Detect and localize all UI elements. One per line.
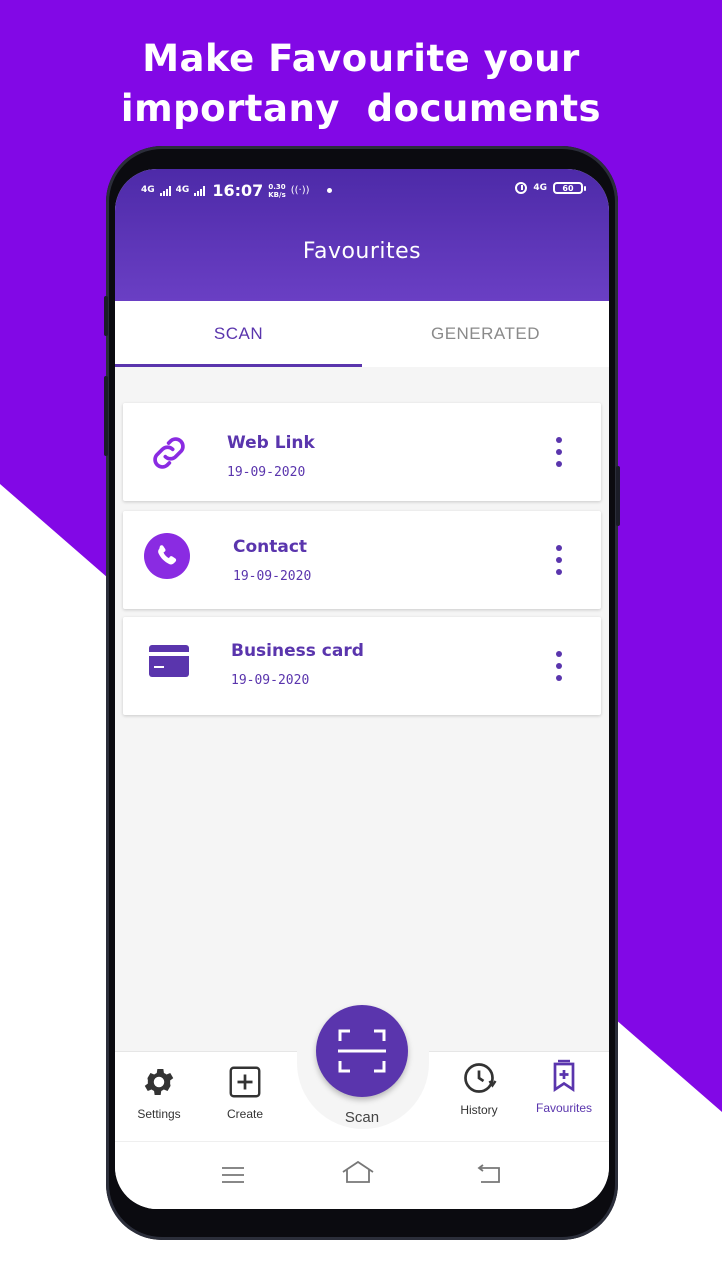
scan-label: Scan xyxy=(344,1109,380,1126)
item-date: 19-09-2020 xyxy=(227,465,306,480)
headline-line-2: importany documents xyxy=(120,87,602,130)
add-box-icon xyxy=(229,1066,261,1098)
nav-settings-label: Settings xyxy=(137,1107,181,1121)
back-icon[interactable] xyxy=(475,1164,501,1184)
app-bar: 4G 4G 16:07 0.30 KB/s ((·)) 4G 60 Favour… xyxy=(115,169,609,301)
scan-button[interactable] xyxy=(316,1005,408,1097)
notification-dot-icon xyxy=(326,188,332,193)
tab-indicator xyxy=(115,364,362,367)
history-icon xyxy=(464,1063,497,1093)
promo-headline: Make Favourite your importany documents xyxy=(0,34,722,134)
nav-create[interactable]: Create xyxy=(217,1064,273,1121)
phone-frame: 4G 4G 16:07 0.30 KB/s ((·)) 4G 60 Favour… xyxy=(104,146,620,1240)
list-item-business-card[interactable]: Business card 19-09-2020 xyxy=(123,617,601,715)
battery-level: 60 xyxy=(562,183,574,193)
phone-screen: 4G 4G 16:07 0.30 KB/s ((·)) 4G 60 Favour… xyxy=(115,169,609,1209)
network-type-3: 4G xyxy=(533,182,547,193)
status-time: 16:07 xyxy=(212,181,264,200)
item-date: 19-09-2020 xyxy=(231,673,310,688)
card-icon xyxy=(149,645,189,677)
gear-icon xyxy=(144,1068,174,1096)
more-options-icon[interactable] xyxy=(555,545,563,575)
nav-favourites[interactable]: Favourites xyxy=(527,1058,601,1115)
more-options-icon[interactable] xyxy=(555,651,563,681)
signal-icon-2 xyxy=(194,185,206,196)
alarm-icon xyxy=(515,182,528,194)
hotspot-icon: ((·)) xyxy=(290,185,310,196)
phone-volume-button xyxy=(104,376,108,456)
nav-history[interactable]: History xyxy=(449,1060,509,1117)
nav-create-label: Create xyxy=(226,1107,264,1121)
status-bar: 4G 4G 16:07 0.30 KB/s ((·)) 4G 60 xyxy=(115,181,609,207)
bookmark-add-icon xyxy=(553,1059,575,1093)
network-type-2: 4G xyxy=(175,185,190,195)
item-title: Business card xyxy=(231,641,364,661)
home-icon[interactable] xyxy=(341,1160,375,1184)
more-options-icon[interactable] xyxy=(555,437,563,467)
menu-icon[interactable] xyxy=(221,1166,245,1184)
headline-line-1: Make Favourite your xyxy=(142,37,580,80)
item-date: 19-09-2020 xyxy=(233,569,312,584)
list-item-contact[interactable]: Contact 19-09-2020 xyxy=(123,511,601,609)
speed-unit: KB/s xyxy=(268,190,286,199)
tab-scan[interactable]: SCAN xyxy=(115,301,362,367)
network-type-1: 4G xyxy=(141,185,155,195)
item-title: Web Link xyxy=(227,433,315,453)
link-icon xyxy=(153,437,185,469)
tab-bar: SCAN GENERATED xyxy=(115,301,609,367)
battery-icon: 60 xyxy=(553,182,586,194)
system-navigation-bar xyxy=(115,1141,609,1209)
page-title: Favourites xyxy=(302,239,422,264)
nav-favourites-label: Favourites xyxy=(535,1101,593,1115)
speed-value: 0.30 xyxy=(268,182,286,191)
phone-power-button xyxy=(616,466,620,526)
phone-icon xyxy=(144,533,190,579)
list-item-web-link[interactable]: Web Link 19-09-2020 xyxy=(123,403,601,501)
network-speed: 0.30 KB/s xyxy=(268,183,285,199)
nav-history-label: History xyxy=(460,1103,498,1117)
nav-settings[interactable]: Settings xyxy=(129,1064,189,1121)
phone-side-button xyxy=(104,296,108,336)
scan-frame-icon xyxy=(338,1029,386,1073)
signal-icon xyxy=(159,185,171,196)
item-title: Contact xyxy=(233,537,308,557)
tab-generated[interactable]: GENERATED xyxy=(362,301,609,367)
